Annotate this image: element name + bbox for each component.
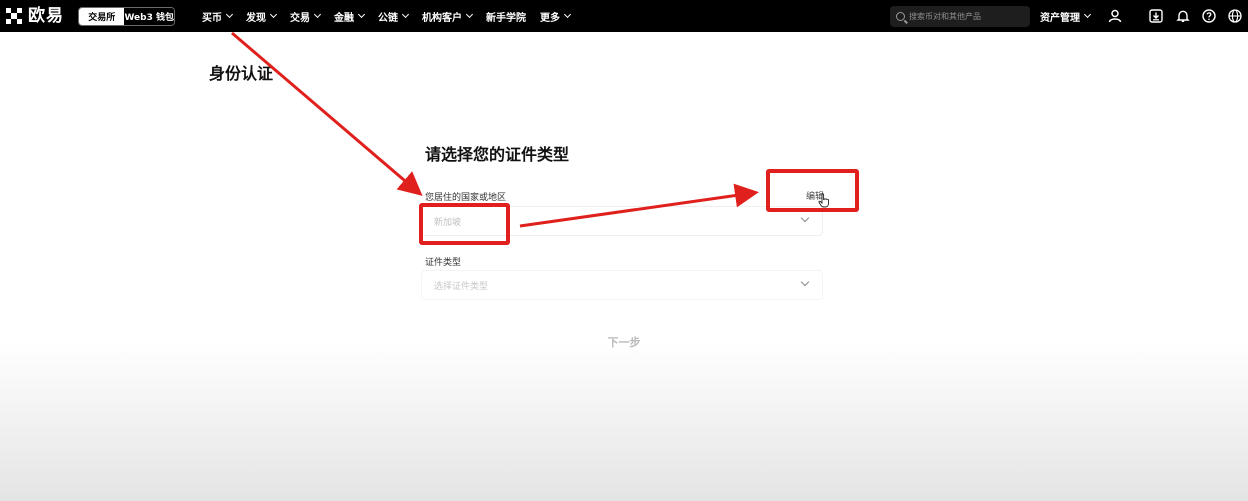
search-icon	[896, 12, 905, 21]
assets-label: 资产管理	[1040, 12, 1080, 24]
nav-item-label: 金融	[334, 12, 354, 24]
nav-item-label: 公链	[378, 12, 398, 24]
annotation-arrows	[231, 31, 759, 228]
chevron-down-icon	[401, 10, 410, 19]
id-type-placeholder: 选择证件类型	[434, 281, 489, 292]
nav-item-label: 买币	[202, 12, 222, 24]
main-nav: 买币 发现 交易 金融 公链 机构客户 新手学院 更多	[202, 0, 572, 32]
nav-item-institutional[interactable]: 机构客户	[422, 9, 474, 24]
page-title: 身份认证	[209, 64, 274, 83]
id-type-label: 证件类型	[425, 258, 462, 268]
nav-item-trade[interactable]: 交易	[290, 9, 322, 24]
tab-web3-wallet[interactable]: Web3 钱包	[124, 8, 174, 25]
chevron-down-icon	[1083, 10, 1092, 19]
nav-item-finance[interactable]: 金融	[334, 9, 366, 24]
nav-item-label: 更多	[540, 12, 560, 24]
nav-item-discover[interactable]: 发现	[246, 9, 278, 24]
chevron-down-icon	[269, 10, 278, 19]
chevron-down-icon	[313, 10, 322, 19]
bell-icon[interactable]	[1175, 8, 1191, 24]
nav-item-academy[interactable]: 新手学院	[486, 9, 526, 24]
search-box[interactable]	[890, 6, 1030, 27]
brand-name: 欧易	[28, 6, 64, 26]
hand-cursor-icon	[818, 193, 831, 212]
chevron-down-icon	[800, 277, 810, 287]
mode-switch: 交易所 Web3 钱包	[78, 7, 175, 26]
download-icon[interactable]	[1148, 8, 1164, 24]
nav-item-label: 发现	[246, 12, 266, 24]
id-type-select[interactable]: 选择证件类型	[421, 270, 823, 300]
form-heading: 请选择您的证件类型	[425, 145, 570, 164]
country-label: 您居住的国家或地区	[425, 193, 507, 203]
okx-logo-icon	[6, 8, 22, 24]
next-button[interactable]: 下一步	[425, 326, 823, 358]
chevron-down-icon	[225, 10, 234, 19]
nav-item-label: 机构客户	[422, 12, 462, 24]
assets-menu[interactable]: 资产管理	[1040, 0, 1092, 32]
tab-exchange[interactable]: 交易所	[79, 8, 125, 25]
country-select[interactable]: 新加坡	[421, 206, 823, 236]
nav-item-label: 新手学院	[486, 12, 526, 24]
user-icon[interactable]	[1107, 8, 1123, 24]
brand-logo[interactable]: 欧易	[6, 6, 64, 26]
search-input[interactable]	[909, 12, 1024, 21]
nav-item-buy-crypto[interactable]: 买币	[202, 9, 234, 24]
chevron-down-icon	[800, 213, 810, 223]
globe-icon[interactable]	[1227, 8, 1243, 24]
page: 欧易 交易所 Web3 钱包 买币 发现 交易 金融 公链 机构客户 新手学院 …	[0, 0, 1248, 501]
nav-item-chain[interactable]: 公链	[378, 9, 410, 24]
chevron-down-icon	[357, 10, 366, 19]
chevron-down-icon	[465, 10, 474, 19]
nav-item-more[interactable]: 更多	[540, 9, 572, 24]
annotation-arrow-down	[231, 31, 423, 196]
help-icon[interactable]	[1201, 8, 1217, 24]
country-value: 新加坡	[434, 217, 462, 228]
top-navigation-bar: 欧易 交易所 Web3 钱包 买币 发现 交易 金融 公链 机构客户 新手学院 …	[0, 0, 1248, 32]
chevron-down-icon	[563, 10, 572, 19]
nav-item-label: 交易	[290, 12, 310, 24]
